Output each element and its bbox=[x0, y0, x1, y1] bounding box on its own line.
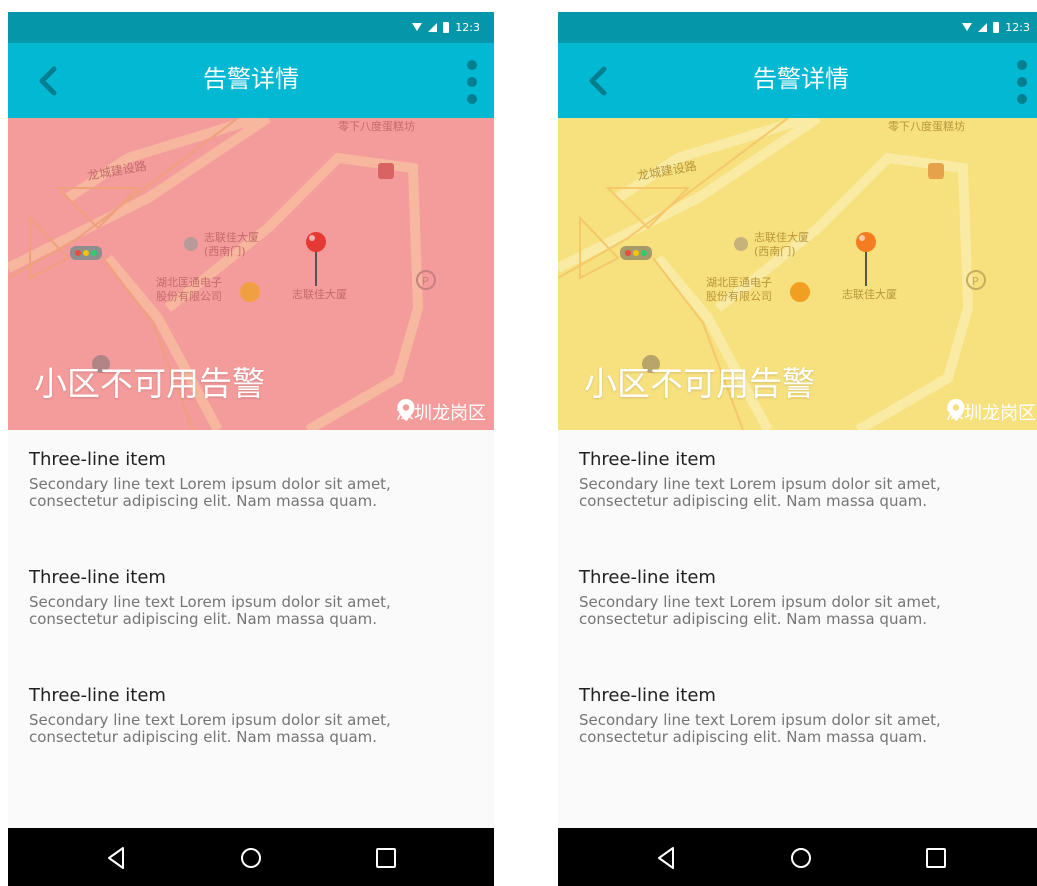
map-hero: 龙城建设路 零下八度蛋糕坊 志联佳大厦 (西南门) 湖北匡通电子 股份有限公司 … bbox=[558, 118, 1037, 430]
svg-text:股份有限公司: 股份有限公司 bbox=[156, 289, 222, 303]
svg-text:(西南门): (西南门) bbox=[204, 244, 246, 258]
system-navigation-bar bbox=[558, 828, 1037, 886]
list-item[interactable]: Three-line item Secondary line text Lore… bbox=[8, 430, 494, 548]
status-time: 12:3 bbox=[455, 20, 480, 34]
nav-home-icon[interactable] bbox=[237, 844, 265, 872]
location-label[interactable]: 深圳龙岗区 bbox=[946, 398, 1036, 426]
list-item[interactable]: Three-line item Secondary line text Lore… bbox=[558, 548, 1037, 666]
item-title: Three-line item bbox=[29, 685, 166, 706]
map-building-label: 志联佳大厦 bbox=[842, 287, 897, 301]
svg-text:P: P bbox=[972, 275, 979, 288]
svg-text:志联佳大厦: 志联佳大厦 bbox=[754, 230, 809, 244]
nav-recents-icon[interactable] bbox=[922, 844, 950, 872]
svg-text:(西南门): (西南门) bbox=[754, 244, 796, 258]
overflow-menu-icon[interactable] bbox=[1012, 60, 1032, 104]
item-title: Three-line item bbox=[579, 567, 716, 588]
alarm-title: 小区不可用告警 bbox=[34, 364, 265, 403]
back-arrow-icon[interactable] bbox=[32, 63, 68, 99]
status-bar: 12:3 bbox=[8, 12, 494, 43]
list-item[interactable]: Three-line item Secondary line text Lore… bbox=[558, 666, 1037, 784]
item-title: Three-line item bbox=[579, 685, 716, 706]
list-item[interactable]: Three-line item Secondary line text Lore… bbox=[558, 430, 1037, 548]
status-time: 12:3 bbox=[1005, 20, 1030, 34]
list-item[interactable]: Three-line item Secondary line text Lore… bbox=[8, 548, 494, 666]
page-title: 告警详情 bbox=[203, 65, 299, 93]
app-bar: 告警详情 bbox=[8, 43, 494, 118]
alarm-detail-list: Three-line item Secondary line text Lore… bbox=[558, 430, 1037, 784]
svg-text:湖北匡通电子: 湖北匡通电子 bbox=[156, 276, 222, 289]
svg-text:志联佳大厦: 志联佳大厦 bbox=[204, 230, 259, 244]
nav-back-icon[interactable] bbox=[103, 844, 131, 872]
map-poi-bakery: 零下八度蛋糕坊 bbox=[888, 119, 965, 133]
alarm-title: 小区不可用告警 bbox=[584, 364, 815, 403]
cell-signal-icon bbox=[978, 22, 988, 32]
page-title: 告警详情 bbox=[753, 65, 849, 93]
back-arrow-icon[interactable] bbox=[582, 63, 618, 99]
nav-back-icon[interactable] bbox=[653, 844, 681, 872]
battery-icon bbox=[443, 21, 450, 33]
svg-text:P: P bbox=[422, 275, 429, 288]
wifi-icon bbox=[412, 23, 423, 31]
alarm-detail-list: Three-line item Secondary line text Lore… bbox=[8, 430, 494, 784]
item-secondary-text: Secondary line text Lorem ipsum dolor si… bbox=[29, 711, 391, 746]
item-title: Three-line item bbox=[29, 449, 166, 470]
svg-text:股份有限公司: 股份有限公司 bbox=[706, 289, 772, 303]
phone-screen-red-alert: 12:3 告警详情 龙城建设路 零下八度蛋糕坊 志联佳大厦 (西南门) 湖北匡通… bbox=[8, 12, 494, 886]
nav-recents-icon[interactable] bbox=[372, 844, 400, 872]
overflow-menu-icon[interactable] bbox=[462, 60, 482, 104]
map-pin-icon bbox=[397, 399, 415, 421]
svg-text:湖北匡通电子: 湖北匡通电子 bbox=[706, 276, 772, 289]
phone-screen-yellow-alert: 12:3 告警详情 龙城建设路 零下八度蛋糕坊 志联佳大厦 (西南门) 湖北匡通… bbox=[558, 12, 1037, 886]
map-shop-icon bbox=[240, 282, 260, 302]
map-poi-icon bbox=[378, 163, 394, 179]
item-title: Three-line item bbox=[579, 449, 716, 470]
map-shop-icon bbox=[790, 282, 810, 302]
item-secondary-text: Secondary line text Lorem ipsum dolor si… bbox=[579, 711, 941, 746]
wifi-icon bbox=[962, 23, 973, 31]
nav-home-icon[interactable] bbox=[787, 844, 815, 872]
location-pin-icon bbox=[306, 232, 326, 252]
location-pin-icon bbox=[856, 232, 876, 252]
map-building-label: 志联佳大厦 bbox=[292, 287, 347, 301]
cell-signal-icon bbox=[428, 22, 438, 32]
item-secondary-text: Secondary line text Lorem ipsum dolor si… bbox=[579, 593, 941, 628]
list-item[interactable]: Three-line item Secondary line text Lore… bbox=[8, 666, 494, 784]
map-pin-icon bbox=[947, 399, 965, 421]
item-title: Three-line item bbox=[29, 567, 166, 588]
map-poi-bakery: 零下八度蛋糕坊 bbox=[338, 119, 415, 133]
item-secondary-text: Secondary line text Lorem ipsum dolor si… bbox=[29, 475, 391, 510]
item-secondary-text: Secondary line text Lorem ipsum dolor si… bbox=[579, 475, 941, 510]
map-poi-icon bbox=[928, 163, 944, 179]
location-label[interactable]: 深圳龙岗区 bbox=[396, 398, 486, 426]
item-secondary-text: Secondary line text Lorem ipsum dolor si… bbox=[29, 593, 391, 628]
map-poi-marker bbox=[184, 237, 198, 251]
status-bar: 12:3 bbox=[558, 12, 1037, 43]
map-hero: 龙城建设路 零下八度蛋糕坊 志联佳大厦 (西南门) 湖北匡通电子 股份有限公司 … bbox=[8, 118, 494, 430]
map-poi-marker bbox=[734, 237, 748, 251]
app-bar: 告警详情 bbox=[558, 43, 1037, 118]
battery-icon bbox=[993, 21, 1000, 33]
system-navigation-bar bbox=[8, 828, 494, 886]
